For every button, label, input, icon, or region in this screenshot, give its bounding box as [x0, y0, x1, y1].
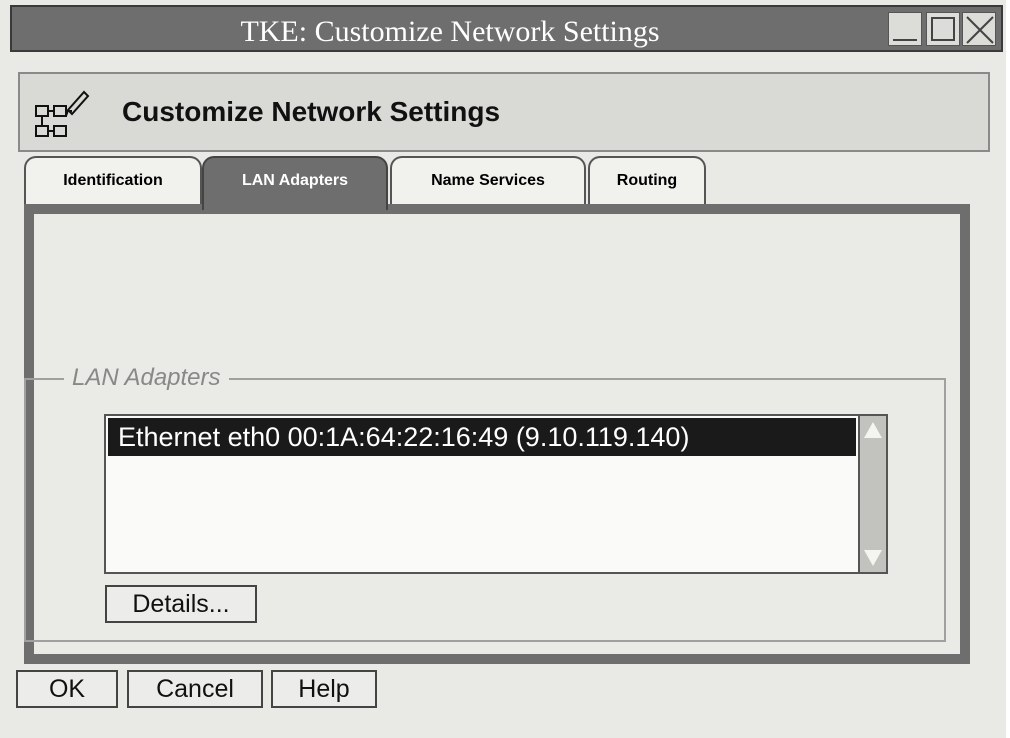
network-edit-icon — [35, 90, 90, 137]
maximize-button[interactable] — [926, 12, 960, 46]
page-title: Customize Network Settings — [122, 96, 501, 127]
title-bar[interactable]: TKE: Customize Network Settings — [10, 5, 1003, 52]
tab-identification[interactable]: Identification — [24, 156, 202, 206]
ok-button[interactable]: OK — [16, 670, 118, 708]
dialog-window: TKE: Customize Network Settings Customiz… — [0, 0, 1006, 738]
group-label: LAN Adapters — [64, 364, 229, 392]
list-item[interactable]: Ethernet eth0 00:1A:64:22:16:49 (9.10.11… — [108, 418, 856, 456]
list-scrollbar[interactable] — [858, 414, 888, 574]
adapter-list[interactable]: Ethernet eth0 00:1A:64:22:16:49 (9.10.11… — [104, 414, 860, 574]
details-button[interactable]: Details... — [105, 585, 257, 623]
window-title: TKE: Customize Network Settings — [240, 15, 660, 48]
scroll-up-icon[interactable] — [864, 422, 882, 438]
close-button[interactable] — [962, 12, 996, 46]
header-banner: Customize Network Settings — [18, 72, 990, 152]
close-icon — [966, 16, 994, 44]
tab-name-services[interactable]: Name Services — [390, 156, 586, 206]
help-button[interactable]: Help — [271, 670, 377, 708]
minimize-button[interactable] — [888, 12, 922, 46]
scroll-down-icon[interactable] — [864, 550, 882, 566]
tab-routing[interactable]: Routing — [588, 156, 706, 206]
cancel-button[interactable]: Cancel — [127, 670, 263, 708]
tab-lan-adapters[interactable]: LAN Adapters — [202, 156, 388, 210]
